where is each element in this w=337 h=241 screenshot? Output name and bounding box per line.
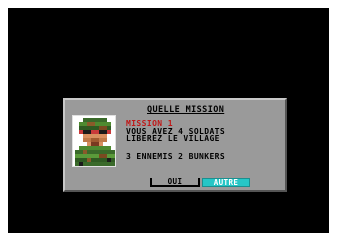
autre-button[interactable]: AUTRE	[202, 178, 250, 187]
mission-dialog: QUELLE MISSION MISSION 1 VOUS AVEZ 4 SOL…	[63, 98, 287, 192]
mission-briefing: MISSION 1 VOUS AVEZ 4 SOLDATS LIBEREZ LE…	[126, 120, 225, 143]
soldier-portrait	[72, 115, 116, 167]
enemy-bunker-counts: 3 ENNEMIS 2 BUNKERS	[126, 152, 226, 161]
oui-button[interactable]: OUI	[150, 178, 200, 187]
game-screen: QUELLE MISSION MISSION 1 VOUS AVEZ 4 SOL…	[8, 8, 329, 233]
briefing-line-objective: LIBEREZ LE VILLAGE	[126, 134, 220, 143]
soldier-portrait-icon	[75, 118, 115, 166]
dialog-title: QUELLE MISSION	[147, 105, 225, 115]
